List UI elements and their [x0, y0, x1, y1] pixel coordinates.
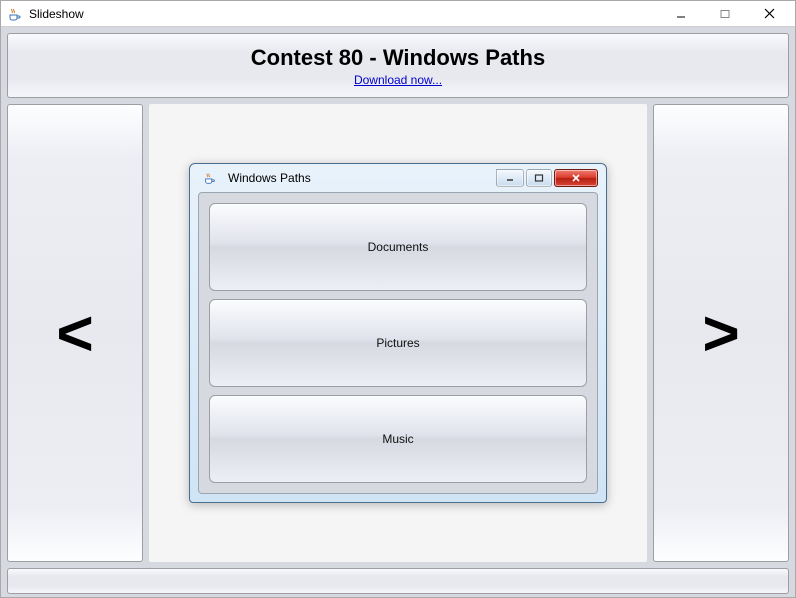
window-titlebar: Slideshow [1, 1, 795, 27]
music-button: Music [209, 395, 587, 483]
minimize-button[interactable] [659, 3, 703, 25]
prev-button[interactable]: < [7, 104, 143, 562]
slide-inner-window: Windows Paths [189, 163, 607, 503]
chevron-right-icon: > [702, 296, 739, 370]
close-button[interactable] [747, 3, 791, 25]
inner-maximize-button [526, 169, 552, 187]
content-area: Contest 80 - Windows Paths Download now.… [1, 27, 795, 597]
app-window: Slideshow Contest 80 - Windows Paths Dow… [0, 0, 796, 598]
slide-inner-titlebar: Windows Paths [198, 164, 598, 192]
slide-inner-body: Documents Pictures Music [198, 192, 598, 494]
slideshow-row: < Windows Paths [7, 104, 789, 562]
download-link[interactable]: Download now... [354, 73, 442, 87]
page-title: Contest 80 - Windows Paths [251, 45, 545, 71]
maximize-button[interactable] [703, 3, 747, 25]
footer-panel [7, 568, 789, 594]
documents-button: Documents [209, 203, 587, 291]
chevron-left-icon: < [56, 296, 93, 370]
slide-inner-controls [496, 169, 598, 187]
java-icon [202, 170, 218, 186]
next-button[interactable]: > [653, 104, 789, 562]
inner-minimize-button [496, 169, 524, 187]
window-controls [659, 3, 791, 25]
pictures-button: Pictures [209, 299, 587, 387]
inner-close-button [554, 169, 598, 187]
slide-inner-title: Windows Paths [228, 171, 496, 185]
java-icon [7, 6, 23, 22]
header-panel: Contest 80 - Windows Paths Download now.… [7, 33, 789, 98]
window-title: Slideshow [29, 7, 659, 21]
slide-viewport: Windows Paths [149, 104, 647, 562]
